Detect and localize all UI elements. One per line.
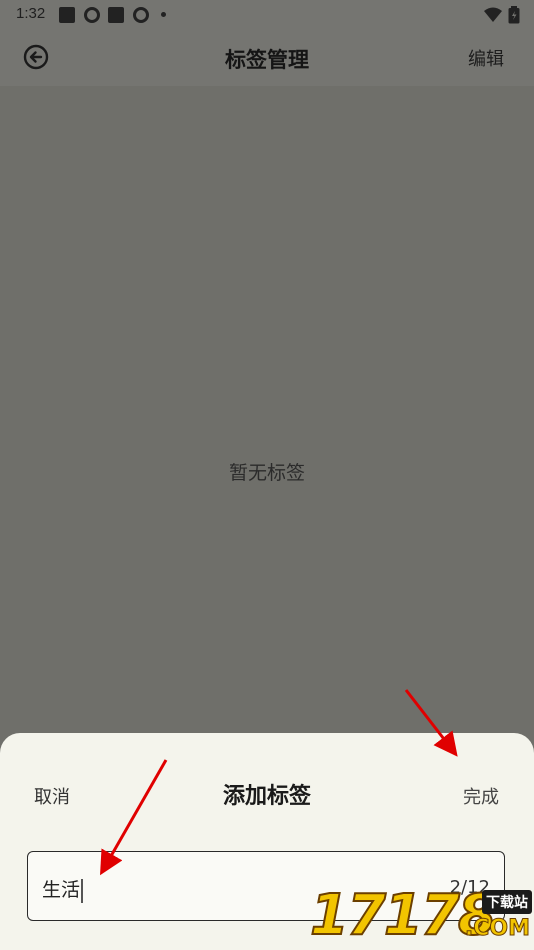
app-bar: 标签管理 编辑	[0, 30, 534, 86]
watermark-suffix: .COM	[464, 916, 530, 942]
status-time: 1:32	[16, 5, 46, 22]
notification-square-icon	[59, 7, 75, 23]
notification-square-icon	[108, 7, 124, 23]
battery-icon	[508, 6, 520, 24]
status-bar: 1:32	[0, 0, 534, 30]
more-dot-icon	[161, 12, 166, 17]
watermark-tag: 下载站	[482, 890, 532, 914]
sheet-title: 添加标签	[222, 784, 311, 809]
page-title: 标签管理	[225, 48, 309, 72]
site-watermark-logo: 17178 下载站 .COM	[308, 882, 534, 950]
empty-state-text: 暂无标签	[228, 462, 305, 484]
text-caret	[81, 878, 84, 903]
aperture-icon	[84, 7, 100, 23]
edit-button[interactable]: 编辑	[468, 45, 504, 71]
tag-input-value: 生活	[42, 875, 84, 903]
wifi-icon	[484, 7, 502, 22]
done-button[interactable]: 完成	[463, 783, 499, 809]
aperture-icon	[133, 7, 149, 23]
